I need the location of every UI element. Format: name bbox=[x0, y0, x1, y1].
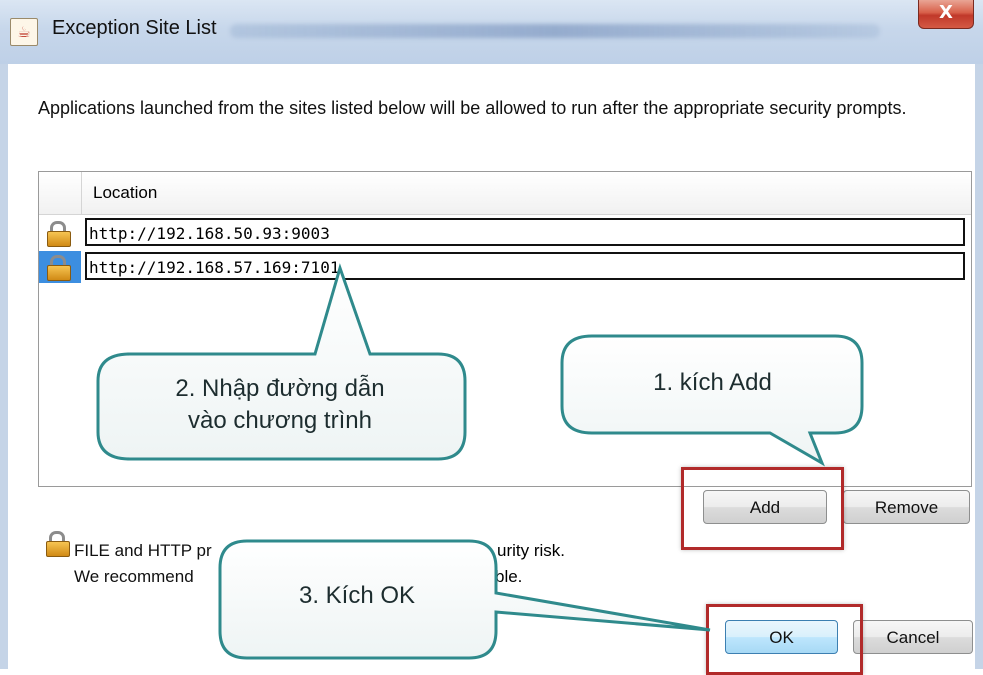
close-button[interactable]: X bbox=[918, 0, 974, 29]
table-header: Location bbox=[39, 172, 971, 215]
row-icon-cell bbox=[39, 251, 81, 283]
cancel-button[interactable]: Cancel bbox=[853, 620, 973, 654]
unlock-icon bbox=[47, 255, 71, 281]
column-header-location[interactable]: Location bbox=[93, 183, 157, 203]
callout-enter-path-text: 2. Nhập đường dẫn vào chương trình bbox=[110, 373, 450, 437]
location-url-field[interactable]: http://192.168.50.93:9003 bbox=[85, 218, 965, 246]
window-frame-right bbox=[975, 64, 983, 669]
warning-line2-start: We recommend bbox=[74, 567, 194, 586]
remove-button[interactable]: Remove bbox=[843, 490, 970, 524]
callout-click-add-text: 1. kích Add bbox=[653, 369, 772, 396]
table-row[interactable]: http://192.168.50.93:9003 bbox=[39, 217, 971, 249]
title-bar: ☕ Exception Site List X bbox=[0, 0, 983, 65]
row-icon-cell bbox=[39, 217, 81, 249]
callout-click-ok-text: 3. Kích OK bbox=[298, 582, 416, 609]
warning-line1-start: FILE and HTTP pr bbox=[74, 541, 212, 560]
blurred-background-text bbox=[230, 24, 880, 38]
add-button[interactable]: Add bbox=[703, 490, 827, 524]
java-app-icon: ☕ bbox=[10, 18, 38, 46]
warning-line1-end: urity risk. bbox=[497, 541, 565, 560]
security-warning-text: FILE and HTTP pr We recommend bbox=[74, 538, 212, 590]
column-separator bbox=[81, 172, 82, 214]
description-text: Applications launched from the sites lis… bbox=[38, 98, 907, 118]
callout-enter-path-line1: 2. Nhập đường dẫn bbox=[175, 375, 385, 402]
location-url-field[interactable]: http://192.168.57.169:7101 bbox=[85, 252, 965, 280]
window-title: Exception Site List bbox=[52, 17, 217, 39]
unlock-icon bbox=[47, 221, 71, 247]
window-frame-left bbox=[0, 64, 8, 669]
ok-button[interactable]: OK bbox=[725, 620, 838, 654]
exception-site-table[interactable]: Location http://192.168.50.93:9003 http:… bbox=[38, 171, 972, 487]
warning-line2-end: ble. bbox=[495, 567, 523, 586]
warning-unlock-icon bbox=[46, 531, 70, 557]
callout-enter-path-line2: vào chương trình bbox=[188, 407, 372, 434]
table-row-selected[interactable]: http://192.168.57.169:7101 bbox=[39, 251, 971, 283]
